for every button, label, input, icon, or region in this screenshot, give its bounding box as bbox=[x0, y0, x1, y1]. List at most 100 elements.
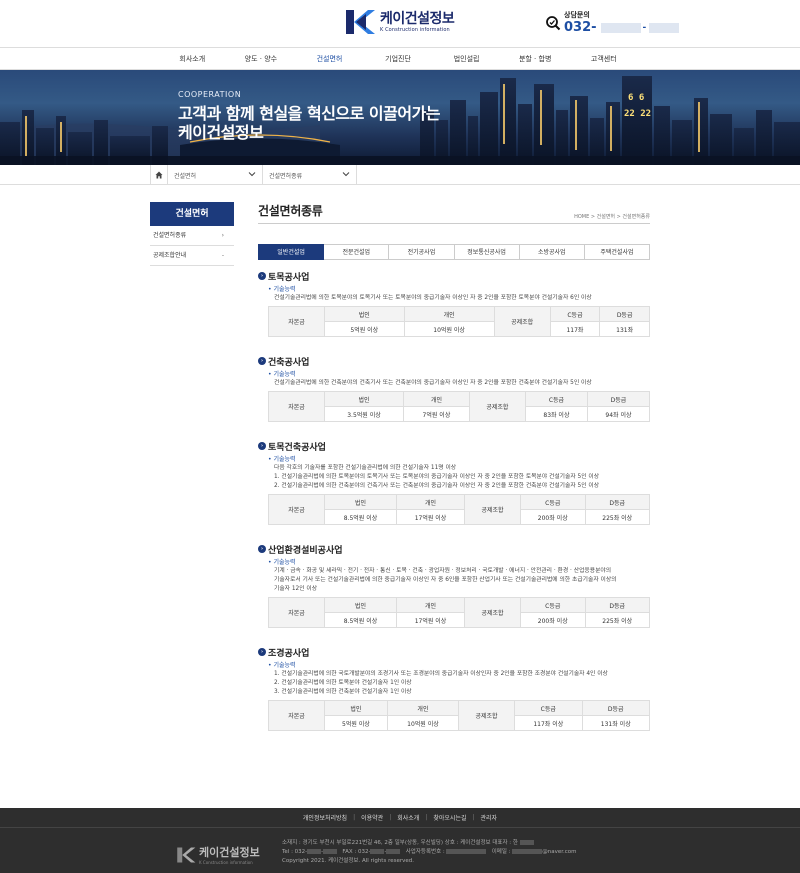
banner-subtitle: COOPERATION bbox=[178, 90, 242, 99]
footer-link-admin[interactable]: 관리자 bbox=[481, 813, 498, 822]
corp-header: 법인 bbox=[324, 597, 397, 613]
site-logo[interactable]: 케이건설정보 K Construction information bbox=[344, 8, 455, 36]
corp-header: 법인 bbox=[324, 391, 404, 407]
nav-item-support[interactable]: 고객센터 bbox=[569, 48, 638, 69]
footer-link-terms[interactable]: 이용약관 bbox=[361, 813, 383, 822]
footer-links: 개인정보처리방침 | 이용약관 | 회사소개 | 찾아오시는길 | 관리자 bbox=[0, 808, 800, 828]
d-grade-value: 131좌 bbox=[599, 321, 650, 337]
tab-general[interactable]: 일반건설업 bbox=[258, 244, 325, 260]
d-grade-value: 225좌 이상 bbox=[584, 509, 650, 525]
indiv-value: 17억원 이상 bbox=[395, 509, 466, 525]
nav-item-transfer[interactable]: 양도 · 양수 bbox=[227, 48, 296, 69]
c-grade-value: 117좌 이상 bbox=[514, 715, 583, 731]
c-grade-value: 117좌 bbox=[549, 321, 601, 337]
desc-line: 2. 건설기술관리법에 의한 토목분야 건설기술자 1인 이상 bbox=[274, 680, 412, 686]
desc-line: 기술자 12인 이상 bbox=[274, 586, 318, 592]
consult-phone-prefix: 032- bbox=[564, 20, 597, 35]
nav-item-license[interactable]: 건설면허 bbox=[295, 48, 364, 69]
c-grade-header: C등급 bbox=[549, 306, 601, 322]
home-icon bbox=[155, 171, 163, 179]
redacted-block bbox=[446, 849, 487, 854]
d-grade-value: 131좌 이상 bbox=[581, 715, 651, 731]
indiv-value: 10억원 이상 bbox=[403, 321, 495, 337]
footer-tel: Tel : 032- bbox=[282, 849, 308, 855]
union-label: 공제조합 bbox=[464, 597, 522, 628]
redacted-block bbox=[512, 849, 543, 854]
c-grade-value: 200좌 이상 bbox=[520, 509, 586, 525]
phone-redacted-1 bbox=[600, 22, 641, 33]
tab-specialty[interactable]: 전문건설업 bbox=[324, 244, 390, 260]
site-header: 케이건설정보 K Construction information 상담문의 0… bbox=[0, 0, 800, 48]
chevron-circle-icon: › bbox=[258, 357, 266, 365]
indiv-value: 7억원 이상 bbox=[403, 406, 470, 422]
tab-telecom[interactable]: 정보통신공사업 bbox=[454, 244, 520, 260]
consult-contact[interactable]: 상담문의 032- - bbox=[545, 10, 680, 35]
requirements-table: 자본금 법인 개인 공제조합 C등급 D등급 5억원 이상 10억원 이상 11… bbox=[268, 306, 650, 337]
section-title: 조경공사업 bbox=[268, 648, 310, 659]
footer-mail: @naver.com bbox=[542, 849, 577, 855]
corp-value: 8.5억원 이상 bbox=[324, 612, 397, 628]
section-title: 토목공사업 bbox=[268, 272, 310, 283]
indiv-value: 17억원 이상 bbox=[395, 612, 466, 628]
union-label: 공제조합 bbox=[468, 391, 526, 422]
tab-electrical[interactable]: 전기공사업 bbox=[389, 244, 455, 260]
footer-link-privacy[interactable]: 개인정보처리방침 bbox=[303, 813, 347, 822]
location-select-1[interactable]: 건설면허 bbox=[168, 165, 263, 185]
section-subheading: • 기술능력 bbox=[268, 456, 296, 463]
location-select-2[interactable]: 건설면허종류 bbox=[263, 165, 357, 185]
union-label: 공제조합 bbox=[464, 494, 522, 525]
sidebar-item-license-types[interactable]: 건설면허종류 › bbox=[150, 226, 234, 246]
sidebar-item-union-info[interactable]: 공제조합안내 - bbox=[150, 246, 234, 266]
redacted-block bbox=[307, 849, 322, 854]
union-label: 공제조합 bbox=[458, 700, 516, 731]
d-grade-header: D등급 bbox=[599, 306, 650, 322]
location-bar: 건설면허 건설면허종류 bbox=[0, 165, 800, 185]
capital-label: 자본금 bbox=[268, 597, 325, 628]
footer-line2: Tel : 032- - FAX : 032- - 사업자등록번호 : 이메일 : … bbox=[282, 849, 577, 855]
nav-item-merger[interactable]: 분할 · 합병 bbox=[501, 48, 570, 69]
logo-english-text: K Construction information bbox=[380, 26, 450, 33]
section-heading: › 토목공사업 bbox=[258, 270, 650, 283]
location-select-1-label: 건설면허 bbox=[174, 172, 197, 180]
home-button[interactable] bbox=[150, 165, 168, 185]
site-footer: 개인정보처리방침 | 이용약관 | 회사소개 | 찾아오시는길 | 관리자 케이… bbox=[0, 808, 800, 873]
section-industrial: › 산업환경설비공사업 • 기술능력 기계 · 금속 · 화공 및 세라믹 · 전… bbox=[258, 543, 650, 628]
footer-logo: 케이건설정보 K Construction information bbox=[176, 844, 260, 865]
section-sub-label: 기술능력 bbox=[273, 371, 296, 378]
corp-header: 법인 bbox=[324, 306, 405, 322]
section-title: 건축공사업 bbox=[268, 357, 310, 368]
redacted-block bbox=[370, 849, 385, 854]
desc-line: 기계 · 금속 · 화공 및 세라믹 · 전기 · 전자 · 통신 · 토목 ·… bbox=[274, 568, 612, 574]
phone-separator: - bbox=[642, 22, 647, 33]
c-grade-header: C등급 bbox=[514, 700, 583, 716]
sidebar-item-label: 공제조합안내 bbox=[153, 252, 187, 259]
banner-title-line2: 케이건설정보 bbox=[178, 123, 264, 142]
search-phone-icon bbox=[546, 15, 561, 30]
section-subheading: • 기술능력 bbox=[268, 559, 296, 566]
capital-label: 자본금 bbox=[268, 391, 325, 422]
section-subheading: • 기술능력 bbox=[268, 286, 296, 293]
section-desc: 다음 각호의 기술자를 포함한 건설기술관리법에 의한 건설기술자 11명 이상… bbox=[274, 464, 650, 491]
tab-housing[interactable]: 주택건설사업 bbox=[584, 244, 651, 260]
section-heading: › 조경공사업 bbox=[258, 646, 650, 659]
desc-line: 기술자로서 기사 또는 건설기술관리법에 의한 중급기술자 이상인 자 중 6인… bbox=[274, 577, 617, 583]
consult-label: 상담문의 bbox=[564, 11, 590, 19]
chevron-circle-icon: › bbox=[258, 545, 266, 553]
hero-banner: 6 6 22 22 COOPERATION 고객과 함께 현실을 혁신으로 이끌… bbox=[0, 70, 800, 165]
capital-label: 자본금 bbox=[268, 306, 325, 337]
nav-item-incorporation[interactable]: 법인설립 bbox=[432, 48, 501, 69]
nav-item-company[interactable]: 회사소개 bbox=[158, 48, 227, 69]
sidebar-item-label: 건설면허종류 bbox=[153, 232, 187, 239]
desc-line: 1. 건설기술관리법에 의한 국토개발분야의 조경기사 또는 조경분야의 중급기… bbox=[274, 671, 608, 677]
capital-label: 자본금 bbox=[268, 700, 325, 731]
clock-bottom-text: 22 22 bbox=[624, 109, 651, 119]
section-sub-label: 기술능력 bbox=[273, 286, 296, 293]
section-subheading: • 기술능력 bbox=[268, 662, 296, 669]
footer-link-directions[interactable]: 찾아오시는길 bbox=[433, 813, 466, 822]
desc-line: 3. 건설기술관리법에 의한 건축분야 건설기술자 1인 이상 bbox=[274, 689, 412, 695]
chevron-circle-icon: › bbox=[258, 272, 266, 280]
tab-fire[interactable]: 소방공사업 bbox=[519, 244, 585, 260]
nav-item-diagnosis[interactable]: 기업진단 bbox=[364, 48, 433, 69]
c-grade-value: 200좌 이상 bbox=[520, 612, 586, 628]
footer-link-company[interactable]: 회사소개 bbox=[397, 813, 419, 822]
